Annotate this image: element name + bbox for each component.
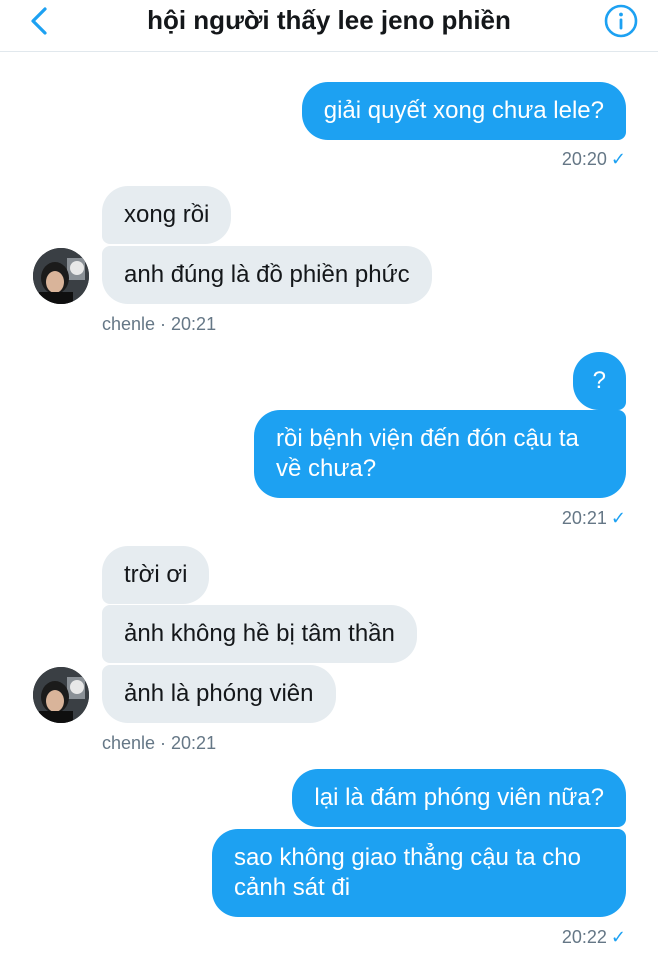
message-timestamp: 20:22 ✓: [561, 927, 626, 947]
checkmark-icon: ✓: [610, 149, 626, 169]
incoming-message[interactable]: anh đúng là đồ phiền phức: [102, 246, 432, 304]
avatar-image: [33, 667, 89, 723]
checkmark-icon: ✓: [610, 927, 626, 947]
message-text-line: sao không giao thẳng cậu ta cho: [234, 844, 581, 871]
conversation-title: hội người thấy lee jeno phiền: [147, 5, 511, 35]
message-text: ảnh không hề bị tâm thần: [124, 620, 395, 647]
message-text: anh đúng là đồ phiền phức: [124, 261, 410, 288]
info-icon: [604, 4, 638, 38]
message-text-line: rồi bệnh viện đến đón cậu ta: [276, 425, 579, 452]
incoming-message[interactable]: xong rồi: [102, 186, 232, 244]
message-text: giải quyết xong chưa lele?: [323, 97, 604, 124]
avatar-image: [33, 248, 89, 304]
chevron-left-icon: [31, 7, 47, 35]
message-text-line: về chưa?: [276, 455, 377, 482]
outgoing-message[interactable]: sao không giao thẳng cậu ta cho cảnh sát…: [212, 829, 626, 917]
outgoing-message[interactable]: lại là đám phóng viên nữa?: [292, 769, 626, 827]
message-text: xong rồi: [124, 201, 210, 228]
back-button[interactable]: [24, 6, 54, 36]
message-text: lại là đám phóng viên nữa?: [314, 784, 604, 811]
message-text: ảnh là phóng viên: [124, 680, 314, 707]
outgoing-message[interactable]: rồi bệnh viện đến đón cậu ta về chưa?: [254, 410, 626, 498]
incoming-message[interactable]: ảnh không hề bị tâm thần: [102, 605, 417, 663]
message-text-line: cảnh sát đi: [234, 874, 351, 901]
message-text: trời ơi: [124, 561, 188, 588]
avatar[interactable]: [33, 667, 89, 723]
conversation-header: hội người thấy lee jeno phiền: [0, 0, 658, 52]
outgoing-message[interactable]: ?: [572, 352, 626, 410]
message-sender-timestamp: chenle · 20:21: [102, 314, 217, 334]
message-sender-timestamp: chenle · 20:21: [102, 733, 217, 753]
checkmark-icon: ✓: [610, 508, 626, 528]
avatar[interactable]: [33, 248, 89, 304]
incoming-message[interactable]: trời ơi: [102, 546, 210, 604]
message-timestamp: 20:21 ✓: [561, 508, 626, 528]
message-text: ?: [592, 367, 606, 394]
info-button[interactable]: [604, 4, 638, 38]
outgoing-message[interactable]: giải quyết xong chưa lele?: [301, 82, 626, 140]
message-timestamp: 20:20 ✓: [561, 149, 626, 169]
incoming-message[interactable]: ảnh là phóng viên: [102, 665, 336, 723]
